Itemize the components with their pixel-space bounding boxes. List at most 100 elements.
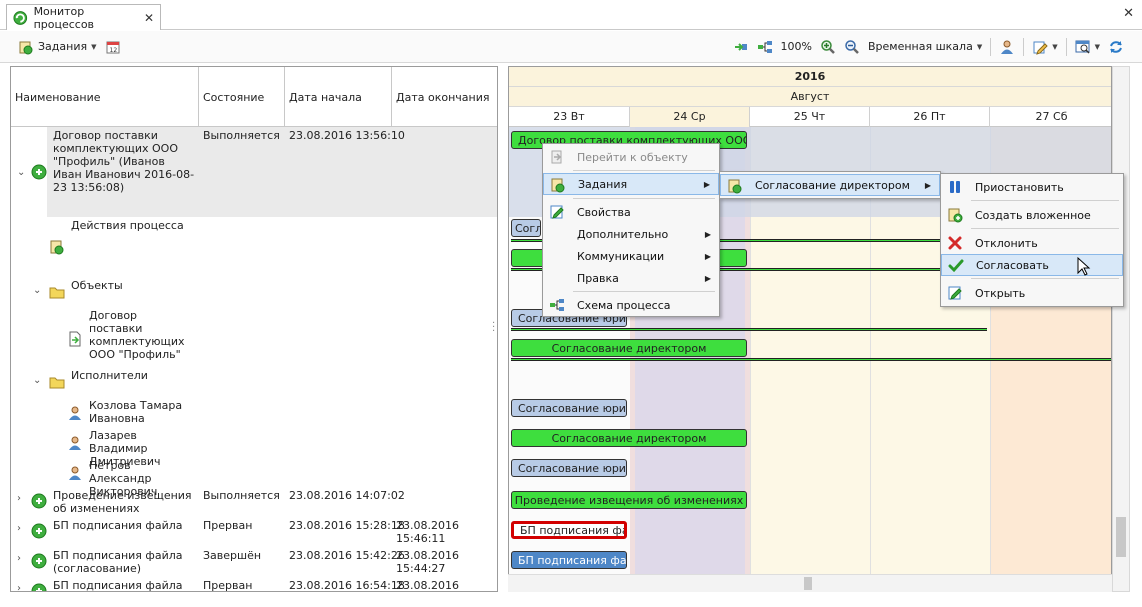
table-row[interactable]: Действия процесса (11, 217, 497, 277)
menu-item-label: Приостановить (975, 180, 1064, 194)
splitter-grip-icon[interactable]: · · · (492, 319, 495, 337)
menu-item-process-scheme[interactable]: Схема процесса (543, 294, 719, 316)
table-row[interactable]: ⌄ Объекты (11, 277, 497, 307)
expand-button[interactable] (729, 35, 753, 59)
toolbar-right: 100% Временная шкала ▼ ▼ ▼ (729, 35, 1142, 59)
table-row[interactable]: ⌄ Договор поставки комплектующих ООО "Пр… (11, 127, 497, 217)
menu-item-create-nested[interactable]: Создать вложенное (941, 204, 1123, 226)
tasks-button[interactable]: Задания ▼ (14, 35, 101, 59)
row-name: Договор поставки комплектующих ООО "Проф… (53, 129, 195, 194)
menu-item-label: Свойства (577, 205, 631, 219)
calendar-button[interactable]: 12 (101, 35, 125, 59)
menu-item-director-approval[interactable]: Согласование директором ▶ (720, 174, 940, 196)
menu-item-properties[interactable]: Свойства (543, 201, 719, 223)
menu-item-tasks[interactable]: Задания ▶ (543, 173, 719, 195)
menu-separator (971, 200, 1119, 201)
submenu-arrow-icon: ▶ (704, 273, 711, 283)
refresh-icon (1110, 40, 1122, 53)
gantt-bar[interactable]: Согласование юрис... (511, 399, 627, 417)
column-header-start[interactable]: Дата начала (285, 67, 392, 127)
menu-item-open[interactable]: Открыть (941, 282, 1123, 304)
refresh-button[interactable] (1104, 35, 1128, 59)
gantt-bar[interactable]: БП подписания фай... (511, 551, 627, 569)
menu-item-approve[interactable]: Согласовать (941, 254, 1123, 276)
menu-item-edit[interactable]: Правка ▶ (543, 267, 719, 289)
table-row[interactable]: › БП подписания файла Прерван 23.08.2016… (11, 517, 497, 547)
expand-chevron-icon[interactable]: › (17, 523, 21, 534)
submenu-arrow-icon: ▶ (924, 180, 931, 190)
gantt-bar[interactable]: Согласование директором (511, 339, 747, 357)
column-header-state[interactable]: Состояние (199, 67, 285, 127)
expand-chevron-icon[interactable]: › (17, 583, 21, 591)
tab-close-icon[interactable]: ✕ (144, 11, 154, 25)
svg-text:12: 12 (109, 47, 117, 54)
table-row[interactable]: › БП подписания файла (согласование) Зав… (11, 547, 497, 577)
menu-item-communications[interactable]: Коммуникации ▶ (543, 245, 719, 267)
menu-item-label: Отклонить (975, 236, 1038, 250)
table-row[interactable]: Лазарев Владимир Дмитриевич (11, 427, 497, 468)
menu-item-reject[interactable]: Отклонить (941, 232, 1123, 254)
table-row[interactable]: › БП подписания файла Прерван 23.08.2016… (11, 577, 497, 591)
hierarchy-icon (550, 299, 564, 311)
row-state: Завершён (203, 549, 262, 562)
expand-chevron-icon[interactable]: › (17, 553, 21, 564)
table-row[interactable]: ⌄ Исполнители (11, 367, 497, 397)
process-grid: Наименование Состояние Дата начала Дата … (10, 66, 498, 592)
table-row[interactable]: Петров Александр Викторович (11, 457, 497, 498)
table-row[interactable]: › Проведение извещения об изменениях Вып… (11, 487, 497, 517)
gantt-bar[interactable]: Согласование директором (511, 429, 747, 447)
grid-header: Наименование Состояние Дата начала Дата … (11, 67, 497, 127)
edit-dropdown-button[interactable]: ▼ (1028, 35, 1061, 59)
timescale-dropdown[interactable]: Временная шкала ▼ (864, 35, 986, 59)
scroll-thumb[interactable] (804, 577, 812, 590)
actions-icon (50, 240, 64, 255)
vertical-scrollbar[interactable] (1112, 66, 1130, 592)
tab-title: Монитор процессов (33, 4, 95, 31)
zoom-out-button[interactable] (840, 35, 864, 59)
users-button[interactable] (995, 35, 1019, 59)
table-row[interactable]: Договор поставки комплектующих ООО "Проф… (11, 307, 497, 367)
scroll-thumb[interactable] (1116, 517, 1126, 557)
menu-item-label: Коммуникации (577, 249, 665, 263)
panel-splitter[interactable]: · · · (492, 66, 508, 592)
table-row[interactable]: Козлова Тамара Ивановна (11, 397, 497, 427)
menu-item-goto-object[interactable]: Перейти к объекту (543, 146, 719, 168)
menu-item-additional[interactable]: Дополнительно ▶ (543, 223, 719, 245)
goto-object-icon (551, 150, 562, 164)
tab-process-monitor[interactable]: Монитор процессов ✕ (6, 4, 161, 31)
menu-item-suspend[interactable]: Приостановить (941, 176, 1123, 198)
collapse-chevron-icon[interactable]: ⌄ (33, 285, 41, 296)
menu-separator (971, 228, 1119, 229)
day-header: 27 Сб (1035, 110, 1068, 123)
process-monitor-icon (13, 10, 28, 25)
window-close-icon[interactable]: ✕ (1123, 6, 1134, 21)
column-header-end[interactable]: Дата окончания (392, 67, 497, 127)
column-header-name[interactable]: Наименование (11, 67, 199, 127)
row-start: 23.08.2016 13:56:10 (289, 129, 405, 142)
menu-separator (573, 170, 715, 171)
menu-item-label: Создать вложенное (975, 208, 1091, 222)
context-menu: Перейти к объекту Задания ▶ Свойства Доп… (542, 143, 720, 317)
day-header: 26 Пт (870, 107, 990, 127)
scheme-button[interactable] (753, 35, 777, 59)
collapse-chevron-icon[interactable]: ⌄ (17, 167, 25, 178)
gantt-bar[interactable]: БП подписания фай... (511, 521, 627, 539)
gantt-bar[interactable]: Согласо (511, 219, 541, 237)
row-end: 23.08.2016 15:46:11 (396, 519, 459, 545)
task-actions-submenu: Приостановить Создать вложенное Отклонит… (940, 173, 1124, 307)
menu-item-label: Дополнительно (577, 227, 669, 241)
expand-chevron-icon[interactable]: › (17, 493, 21, 504)
folder-icon (49, 287, 65, 299)
user-icon (69, 406, 81, 420)
row-start: 23.08.2016 14:07:02 (289, 489, 405, 502)
row-name: Действия процесса (71, 219, 184, 232)
timescale-label: Временная шкала (868, 40, 973, 53)
zoom-in-button[interactable] (816, 35, 840, 59)
dropdown-arrow-icon: ▼ (1094, 42, 1100, 51)
horizontal-scrollbar[interactable] (508, 574, 1112, 592)
collapse-chevron-icon[interactable]: ⌄ (33, 375, 41, 386)
dropdown-arrow-icon: ▼ (91, 42, 97, 51)
gantt-bar[interactable]: Проведение извещения об изменениях (511, 491, 747, 509)
gantt-bar[interactable]: Согласование юрис... (511, 459, 627, 477)
view-dropdown-button[interactable]: ▼ (1071, 35, 1104, 59)
